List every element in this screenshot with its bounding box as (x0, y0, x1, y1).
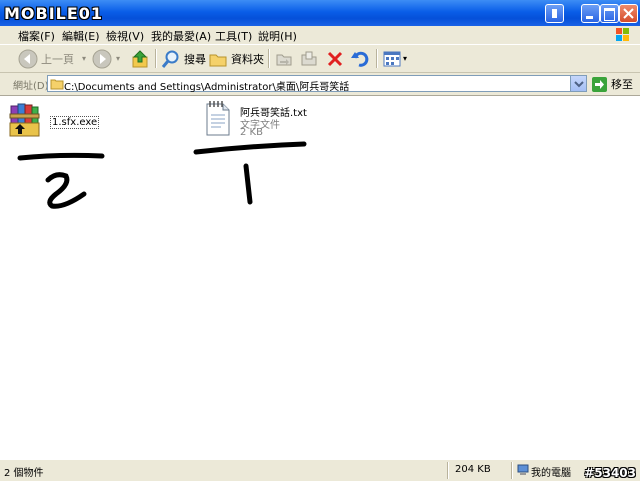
address-dropdown-button[interactable] (570, 76, 586, 91)
views-dropdown-icon[interactable]: ▾ (403, 54, 407, 63)
minimize-button[interactable] (581, 4, 600, 23)
menu-help[interactable]: 說明(H) (258, 28, 297, 44)
back-button[interactable]: 上一頁 ▾ (18, 47, 86, 70)
handwritten-annotations (17, 141, 307, 209)
forward-dropdown-icon[interactable]: ▾ (116, 54, 120, 63)
up-folder-icon (132, 49, 148, 67)
search-button[interactable]: 搜尋 (161, 47, 206, 70)
delete-x-icon (327, 51, 343, 66)
folders-icon (209, 54, 227, 66)
logo-text: MOBILE01 (4, 3, 104, 23)
maximize-button[interactable] (600, 4, 619, 23)
undo-button[interactable] (350, 47, 370, 70)
copy-to-folder-icon (301, 51, 317, 65)
status-size: 204 KB (455, 464, 491, 475)
file-item-txt[interactable]: 阿兵哥笑話.txt 文字文件 2 KB (205, 100, 325, 144)
go-arrow-icon (592, 76, 607, 92)
title-bar[interactable]: MOBILE01 (0, 0, 640, 26)
menu-favorites[interactable]: 我的最愛(A) (151, 28, 211, 44)
menu-edit[interactable]: 編輯(E) (62, 28, 100, 44)
views-icon (383, 51, 401, 66)
file-list-view[interactable]: 1.sfx.exe 阿兵哥笑話.txt 文字文件 2 KB (0, 96, 640, 458)
toolbar: 上一頁 ▾ ▾ 搜尋 資料夾 ▾ (0, 45, 640, 73)
undo-icon (351, 51, 369, 67)
chevron-down-icon (574, 81, 584, 88)
menu-tools[interactable]: 工具(T) (215, 28, 252, 44)
file-size: 2 KB (240, 127, 263, 138)
address-bar: 網址(D) C:\Documents and Settings\Administ… (0, 73, 640, 96)
go-label: 移至 (611, 78, 633, 91)
watermark: #53403 (584, 466, 636, 480)
system-menu-icon[interactable] (545, 4, 564, 23)
search-label: 搜尋 (184, 52, 206, 66)
text-document-icon (206, 101, 230, 136)
status-location: 我的電腦 (531, 468, 571, 479)
mobile01-logo: MOBILE01 (4, 2, 103, 24)
go-button[interactable]: 移至 (592, 76, 633, 92)
delete-button[interactable] (325, 47, 345, 70)
my-computer-icon (517, 464, 529, 475)
move-to-folder-icon (276, 54, 292, 65)
address-input[interactable]: C:\Documents and Settings\Administrator\… (47, 75, 587, 93)
folders-button[interactable]: 資料夾 (208, 47, 264, 70)
menu-view[interactable]: 檢視(V) (106, 28, 144, 44)
file-item-sfx[interactable]: 1.sfx.exe (8, 102, 108, 142)
up-folder-button[interactable] (131, 47, 151, 70)
address-label: 網址(D) (13, 81, 49, 92)
close-button[interactable] (619, 4, 638, 23)
views-button[interactable]: ▾ (382, 47, 407, 70)
close-icon (623, 8, 634, 19)
windows-flag-icon (616, 28, 629, 41)
search-icon (161, 50, 179, 68)
copy-to-button[interactable] (299, 47, 319, 70)
menu-file[interactable]: 檔案(F) (18, 28, 55, 44)
forward-button[interactable]: ▾ (92, 47, 120, 70)
move-to-button[interactable] (274, 47, 294, 70)
file-name: 1.sfx.exe (50, 116, 100, 129)
back-dropdown-icon[interactable]: ▾ (82, 54, 86, 63)
back-label: 上一頁 (41, 52, 74, 66)
status-bar: 2 個物件 204 KB 我的電腦 #53403 (0, 459, 640, 481)
address-path: C:\Documents and Settings\Administrator\… (64, 82, 350, 93)
folder-icon (50, 79, 64, 90)
status-object-count: 2 個物件 (4, 468, 44, 479)
forward-arrow-icon (92, 49, 112, 68)
back-arrow-icon (18, 49, 38, 68)
folders-label: 資料夾 (231, 52, 264, 66)
menu-bar: 檔案(F) 編輯(E) 檢視(V) 我的最愛(A) 工具(T) 說明(H) (0, 26, 640, 45)
winrar-sfx-icon (9, 103, 40, 137)
